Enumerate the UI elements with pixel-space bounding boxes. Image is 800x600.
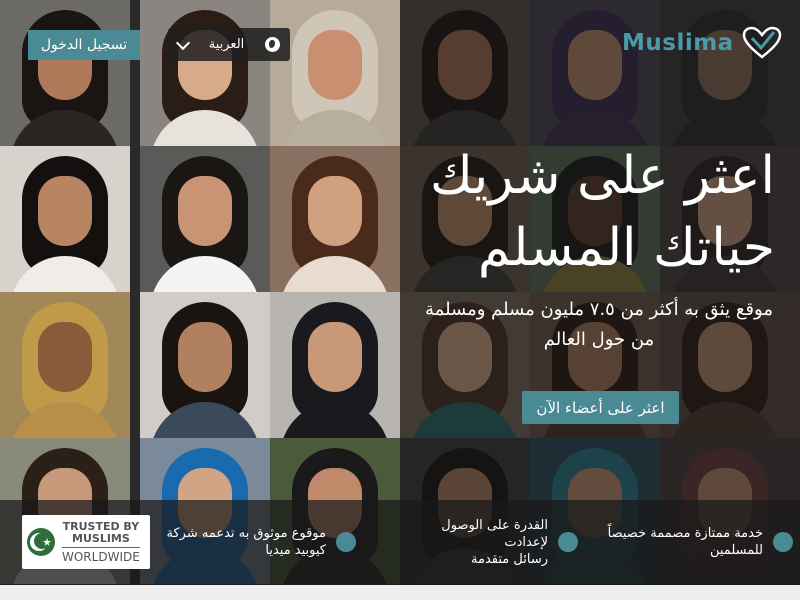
feature-line: موقوع موثوق به تدعمه شركة bbox=[166, 526, 327, 541]
profile-photo bbox=[0, 0, 130, 146]
feature-text: موقوع موثوق به تدعمه شركة كيوبيد ميديا bbox=[167, 525, 327, 559]
trusted-badge-bottom: WORLDWIDE bbox=[62, 546, 140, 564]
feature-line: للمسلمين bbox=[709, 543, 763, 558]
feature-item: موقوع موثوق به تدعمه شركة كيوبيد ميديا bbox=[162, 522, 356, 562]
feature-item: خدمة ممتازة مصممة خصيصاً للمسلمين bbox=[598, 522, 793, 562]
login-button[interactable]: تسجيل الدخول bbox=[28, 30, 140, 60]
site-logo[interactable]: Muslima bbox=[622, 26, 782, 60]
hero-headline: اعثر على شريك حياتك المسلم bbox=[405, 140, 775, 284]
trusted-badge-text: TRUSTED BY MUSLIMS WORLDWIDE bbox=[62, 519, 140, 564]
feature-bullet-icon bbox=[773, 532, 793, 552]
heart-icon bbox=[742, 26, 781, 59]
trusted-badge-line: MUSLIMS bbox=[72, 531, 130, 545]
feature-line: خدمة ممتازة مصممة خصيصاً bbox=[607, 526, 763, 541]
profile-photo bbox=[270, 292, 400, 438]
profile-photo bbox=[270, 146, 400, 292]
subline-line-2: من حول العالم bbox=[543, 329, 655, 350]
headline-line-1: اعثر على شريك bbox=[429, 146, 775, 206]
find-members-button[interactable]: اعثر على أعضاء الآن bbox=[522, 391, 679, 424]
feature-text: القدرة على الوصول لإعدادت رسائل متقدمة bbox=[396, 517, 548, 568]
hero-subheadline: موقع يثق به أكثر من ٧.٥ مليون مسلم ومسلم… bbox=[400, 295, 798, 355]
text-overlay bbox=[400, 0, 800, 585]
page-footer-strip bbox=[0, 585, 800, 600]
feature-line: رسائل متقدمة bbox=[471, 551, 548, 567]
profile-photo bbox=[140, 0, 270, 146]
profile-photo bbox=[270, 0, 400, 146]
feature-bullet-icon bbox=[336, 532, 356, 552]
feature-line: القدرة على الوصول لإعدادت bbox=[441, 517, 548, 550]
feature-item: القدرة على الوصول لإعدادت رسائل متقدمة bbox=[396, 518, 578, 567]
hero-section bbox=[0, 0, 800, 585]
crescent-star-icon bbox=[27, 528, 55, 556]
profile-photo bbox=[0, 146, 130, 292]
globe-icon bbox=[265, 37, 280, 52]
feature-bullet-icon bbox=[558, 532, 578, 552]
subline-line-1: موقع يثق به أكثر من ٧.٥ مليون مسلم ومسلم… bbox=[425, 299, 773, 320]
language-selector[interactable]: العربية bbox=[168, 28, 290, 61]
trusted-badge[interactable]: TRUSTED BY MUSLIMS WORLDWIDE bbox=[22, 515, 150, 569]
profile-photo bbox=[140, 292, 270, 438]
feature-text: خدمة ممتازة مصممة خصيصاً للمسلمين bbox=[608, 525, 763, 559]
logo-text: Muslima bbox=[622, 30, 734, 56]
language-label: العربية bbox=[208, 37, 245, 52]
feature-line: كيوبيد ميديا bbox=[265, 543, 326, 558]
profile-photo bbox=[140, 146, 270, 292]
chevron-down-icon bbox=[175, 35, 191, 50]
headline-line-2: حياتك المسلم bbox=[477, 218, 775, 278]
profile-photo bbox=[0, 292, 130, 438]
trusted-badge-line: TRUSTED BY bbox=[62, 519, 140, 533]
